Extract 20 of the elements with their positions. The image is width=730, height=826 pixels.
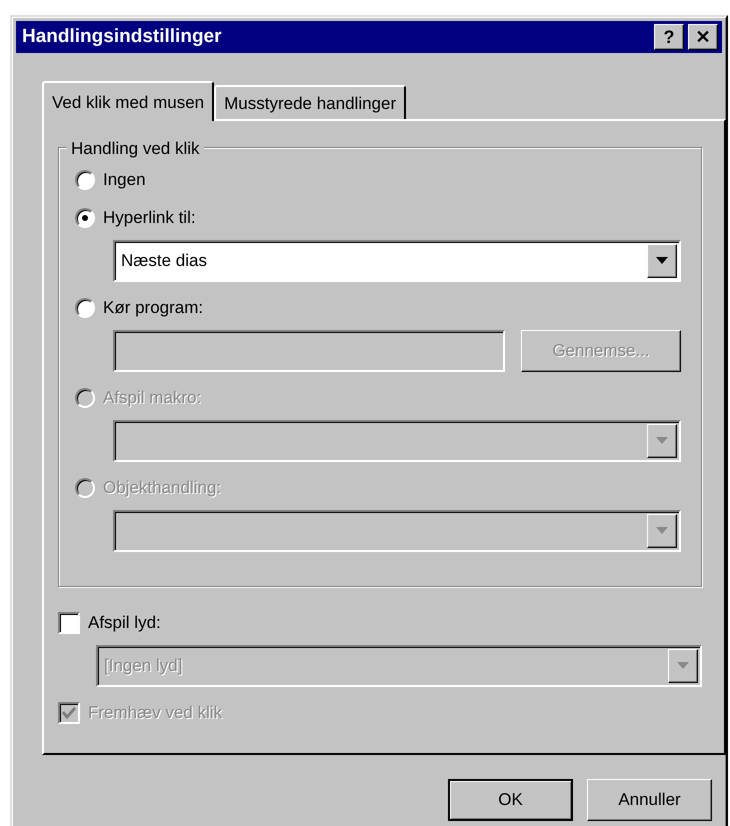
caret-icon bbox=[677, 662, 689, 670]
tab[interactable]: Ved klik med musen bbox=[42, 81, 214, 121]
ok-button[interactable]: OK bbox=[448, 779, 573, 821]
dropdown-value: [Ingen lyd] bbox=[104, 655, 182, 678]
radio-option[interactable]: Hyperlink til: bbox=[75, 206, 196, 230]
dropdown-value: Næste dias bbox=[121, 250, 207, 272]
caret-icon bbox=[656, 437, 668, 445]
checkmark-icon bbox=[62, 707, 76, 719]
checkbox-option[interactable]: Afspil lyd: bbox=[58, 611, 161, 635]
window-title: Handlingsindstillinger bbox=[22, 24, 222, 49]
cancel-button[interactable]: Annuller bbox=[587, 779, 712, 821]
tab[interactable]: Musstyrede handlinger bbox=[214, 85, 406, 119]
help-button[interactable]: ? bbox=[654, 24, 684, 50]
radio-option[interactable]: Ingen bbox=[75, 168, 146, 192]
dropdown[interactable]: Næste dias bbox=[113, 240, 681, 282]
caret-icon bbox=[656, 257, 668, 265]
close-button[interactable]: ✕ bbox=[688, 24, 718, 50]
dropdown-arrow-button[interactable] bbox=[647, 244, 677, 278]
caret-icon bbox=[656, 527, 668, 535]
radio-option[interactable]: Kør program: bbox=[75, 296, 204, 320]
